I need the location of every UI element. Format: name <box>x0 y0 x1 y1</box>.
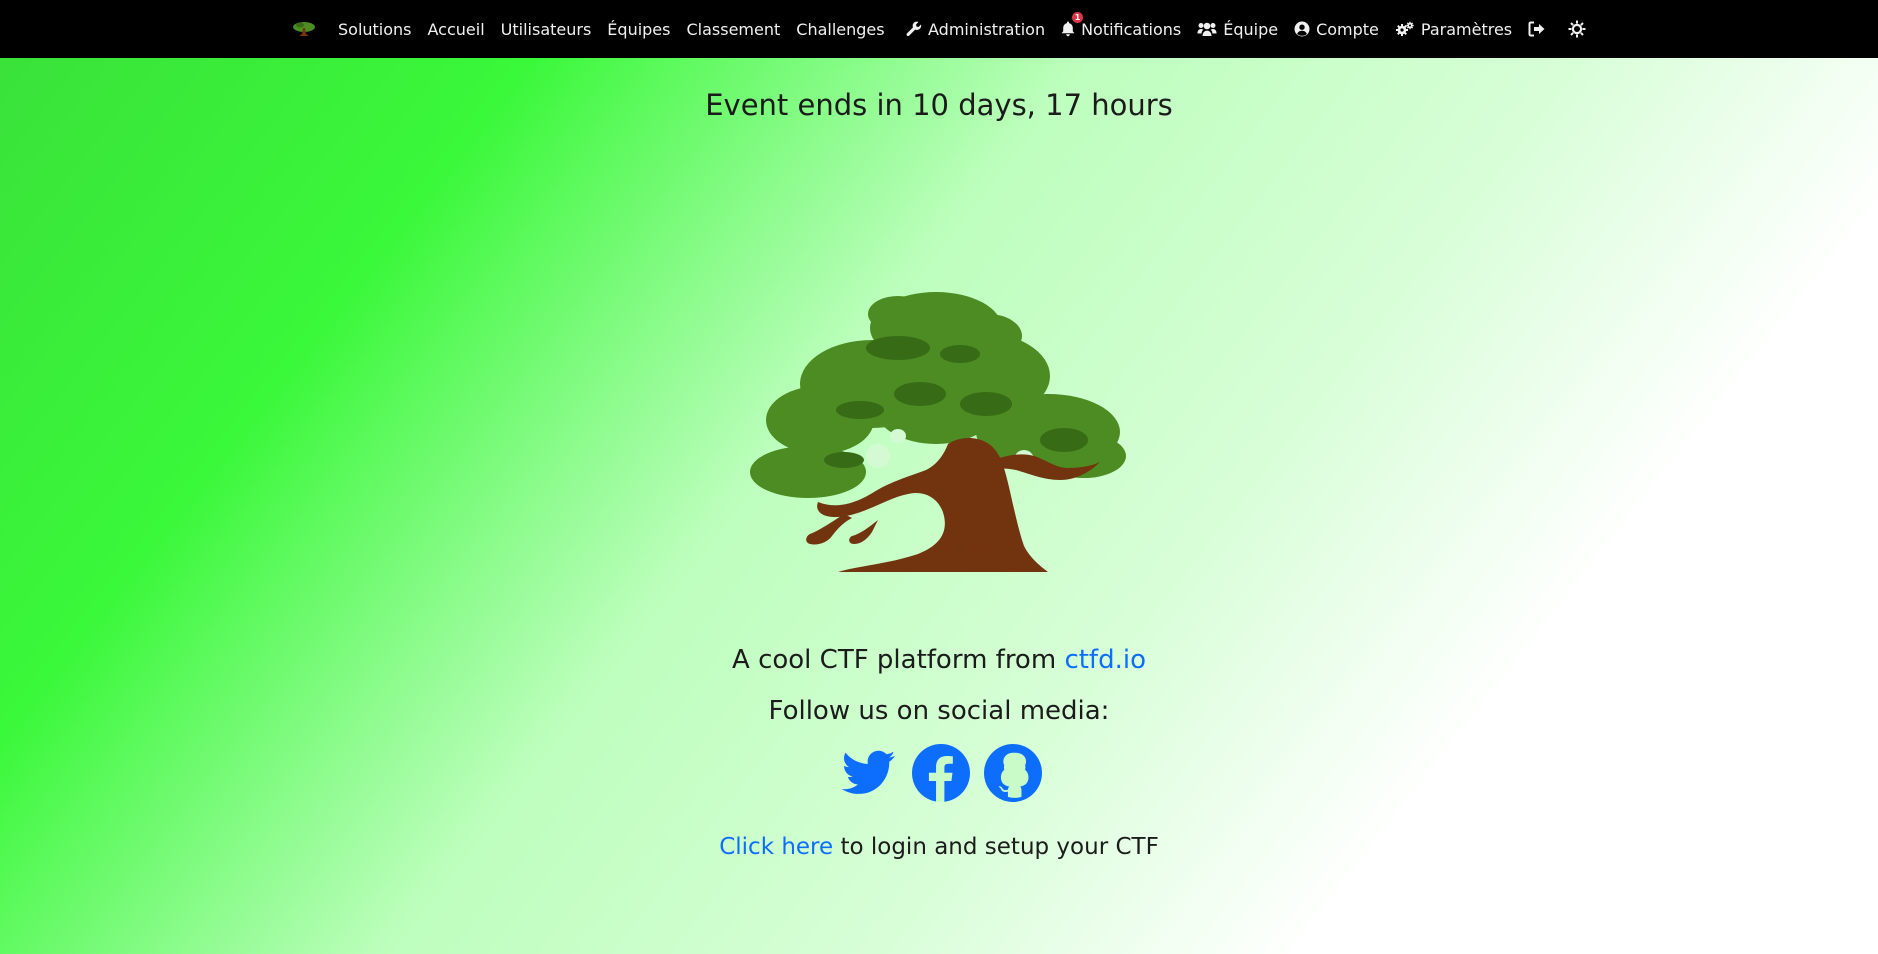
user-circle-icon <box>1294 21 1310 37</box>
nav-logout[interactable] <box>1528 21 1552 37</box>
nav-link-accueil[interactable]: Accueil <box>428 20 485 39</box>
notification-badge: 1 <box>1072 12 1084 23</box>
nav-team[interactable]: Équipe <box>1197 20 1278 39</box>
ctfd-link[interactable]: ctfd.io <box>1064 645 1146 675</box>
social-links <box>840 744 1056 802</box>
nav-link-challenges[interactable]: Challenges <box>796 20 884 39</box>
login-prompt: Click here to login and setup your CTF <box>0 834 1878 860</box>
twitter-icon[interactable] <box>840 744 898 802</box>
bell-icon: 1 <box>1061 12 1084 37</box>
nav-theme-toggle[interactable] <box>1568 20 1592 38</box>
wrench-icon <box>906 21 922 37</box>
nav-admin[interactable]: Administration <box>906 20 1045 39</box>
sun-icon <box>1568 20 1586 38</box>
facebook-icon[interactable] <box>912 744 970 802</box>
nav-notifications-label: Notifications <box>1081 19 1182 39</box>
nav-account-label: Compte <box>1316 19 1379 39</box>
nav-notifications[interactable]: 1 Notifications <box>1061 12 1182 39</box>
nav-link-equipes[interactable]: Équipes <box>607 20 670 39</box>
nav-account[interactable]: Compte <box>1294 20 1379 39</box>
login-text: to login and setup your CTF <box>833 834 1159 860</box>
follow-heading: Follow us on social media: <box>768 696 1110 726</box>
navbar: Solutions Accueil Utilisateurs Équipes C… <box>0 0 1878 58</box>
bonsai-tree-logo <box>748 284 1132 576</box>
nav-link-utilisateurs[interactable]: Utilisateurs <box>501 20 592 39</box>
sign-out-icon <box>1528 21 1546 37</box>
nav-admin-label: Administration <box>928 19 1046 39</box>
nav-right: Administration 1 Notifications Équipe Co… <box>906 0 1608 58</box>
github-icon[interactable] <box>984 744 1042 802</box>
nav-link-solutions[interactable]: Solutions <box>338 20 412 39</box>
nav-team-label: Équipe <box>1223 19 1279 39</box>
nav-link-classement[interactable]: Classement <box>686 20 780 39</box>
cogs-icon <box>1395 21 1415 37</box>
nav-settings-label: Paramètres <box>1420 19 1513 39</box>
nav-left: Solutions Accueil Utilisateurs Équipes C… <box>290 0 901 58</box>
nav-settings[interactable]: Paramètres <box>1395 20 1512 39</box>
tagline: A cool CTF platform from ctfd.io <box>0 645 1878 675</box>
login-link[interactable]: Click here <box>719 834 833 860</box>
tagline-text: A cool CTF platform from <box>732 645 1065 675</box>
users-icon <box>1197 21 1217 37</box>
event-countdown: Event ends in 10 days, 17 hours <box>705 88 1173 122</box>
bonsai-logo-icon[interactable] <box>290 18 318 40</box>
